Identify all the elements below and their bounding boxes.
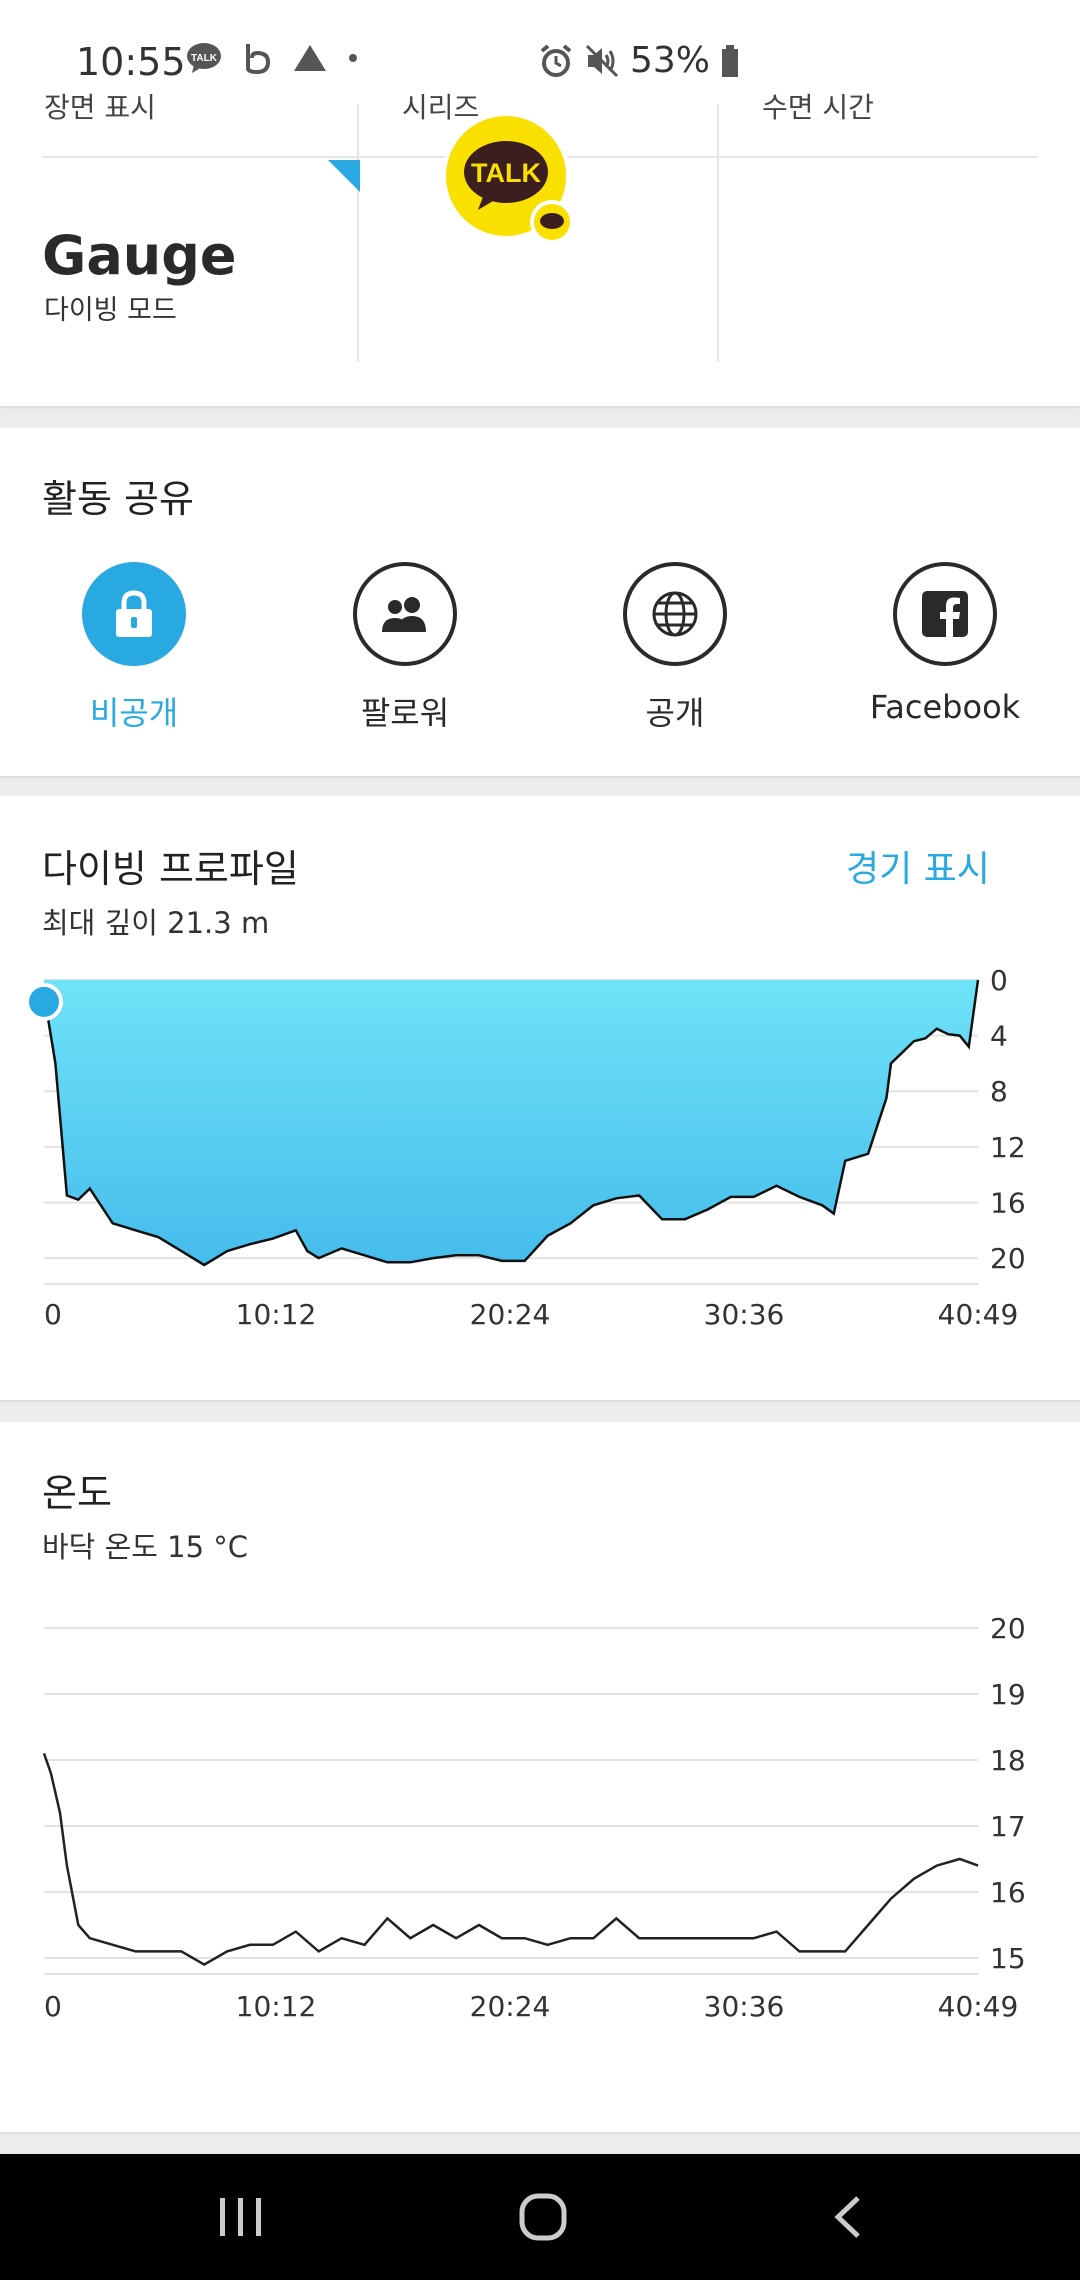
notification-icons: TALK <box>186 40 360 76</box>
recent-apps-icon[interactable] <box>218 2196 264 2238</box>
temp-x-tick: 10:12 <box>236 1990 317 2023</box>
share-followers-button[interactable]: 팔로워 <box>305 562 505 734</box>
temp-y-tick: 19 <box>990 1678 1026 1711</box>
depth-y-tick: 8 <box>990 1075 1008 1108</box>
temp-x-tick: 40:49 <box>938 1990 1019 2023</box>
depth-area <box>44 980 978 1265</box>
share-public-circle <box>623 562 727 666</box>
depth-x-tick: 10:12 <box>236 1298 317 1331</box>
max-depth-text: 최대 깊이 21.3 m <box>42 906 270 940</box>
temperature-title: 온도 <box>42 1471 112 1515</box>
temperature-line <box>42 1752 979 1967</box>
lock-icon <box>116 590 152 637</box>
temp-x-tick: 30:36 <box>704 1990 785 2023</box>
dot-icon <box>349 54 357 62</box>
mute-icon <box>585 44 619 77</box>
back-icon[interactable] <box>830 2194 864 2240</box>
depth-y-tick: 20 <box>990 1242 1026 1275</box>
share-followers-circle <box>353 562 457 666</box>
temp-y-tick: 20 <box>990 1612 1026 1645</box>
show-match-link[interactable]: 경기 표시 <box>846 840 990 892</box>
talk-notification-icon: TALK <box>187 43 221 73</box>
people-icon <box>382 597 426 632</box>
temperature-grid <box>44 1627 978 1975</box>
share-private-circle <box>82 562 186 666</box>
depth-y-tick: 12 <box>990 1131 1026 1164</box>
drive-icon <box>294 45 326 71</box>
status-time: 10:55 <box>76 40 186 84</box>
share-public-label: 공개 <box>645 694 705 732</box>
dive-profile-chart: 0 4 8 12 16 20 0 10:12 20:24 30:36 40:49 <box>25 964 1026 1331</box>
share-private-button[interactable]: 비공개 <box>34 562 234 734</box>
depth-x-tick: 20:24 <box>470 1298 551 1331</box>
column-divider <box>717 104 719 362</box>
system-icons: 53% <box>538 40 740 81</box>
share-private-label: 비공개 <box>89 694 179 732</box>
share-facebook-circle <box>893 562 997 666</box>
kakao-badge-text: TALK <box>471 158 541 188</box>
battery-percent: 53% <box>630 40 711 81</box>
cut-label-3: 수면 시간 <box>762 91 874 124</box>
temperature-chart: 20 19 18 17 16 15 0 10:12 20:24 30:36 40:49 <box>42 1612 1026 2023</box>
temp-x-tick: 0 <box>44 1990 62 2023</box>
bottom-temp-text: 바닥 온도 15 °C <box>42 1530 249 1564</box>
temp-x-tick: 20:24 <box>470 1990 551 2023</box>
svg-text:TALK: TALK <box>191 53 218 64</box>
depth-y-tick: 0 <box>990 964 1008 997</box>
temp-y-tick: 16 <box>990 1876 1026 1909</box>
column-divider <box>357 104 359 362</box>
navigation-bar <box>0 2154 1080 2280</box>
dive-profile-title: 다이빙 프로파일 <box>42 847 299 891</box>
battery-icon <box>722 44 739 77</box>
kakaotalk-chat-bubble[interactable]: TALK <box>440 110 576 246</box>
facebook-icon <box>922 591 968 637</box>
temp-y-tick: 18 <box>990 1744 1026 1777</box>
temp-y-tick: 15 <box>990 1942 1026 1975</box>
share-facebook-label: Facebook <box>869 688 1021 726</box>
globe-icon <box>652 591 698 637</box>
cut-label-1: 장면 표시 <box>44 91 156 124</box>
share-title: 활동 공유 <box>42 477 194 521</box>
share-public-button[interactable]: 공개 <box>575 562 775 734</box>
depth-x-tick: 30:36 <box>704 1298 785 1331</box>
depth-x-tick: 0 <box>44 1298 62 1331</box>
depth-x-tick: 40:49 <box>938 1298 1019 1331</box>
b-app-icon <box>246 44 271 75</box>
alarm-icon <box>540 43 572 77</box>
depth-y-tick: 16 <box>990 1186 1026 1219</box>
dive-mode-value: Gauge <box>42 224 237 287</box>
dive-mode-label: 다이빙 모드 <box>44 295 177 326</box>
status-bar: 10:55 TALK 53% <box>0 0 1080 104</box>
home-icon[interactable] <box>518 2192 568 2242</box>
corner-marker <box>328 160 360 192</box>
depth-playhead[interactable] <box>25 982 63 1021</box>
share-facebook-button[interactable]: Facebook <box>845 562 1045 726</box>
share-followers-label: 팔로워 <box>360 694 450 732</box>
depth-y-tick: 4 <box>990 1020 1008 1053</box>
temp-y-tick: 17 <box>990 1810 1026 1843</box>
